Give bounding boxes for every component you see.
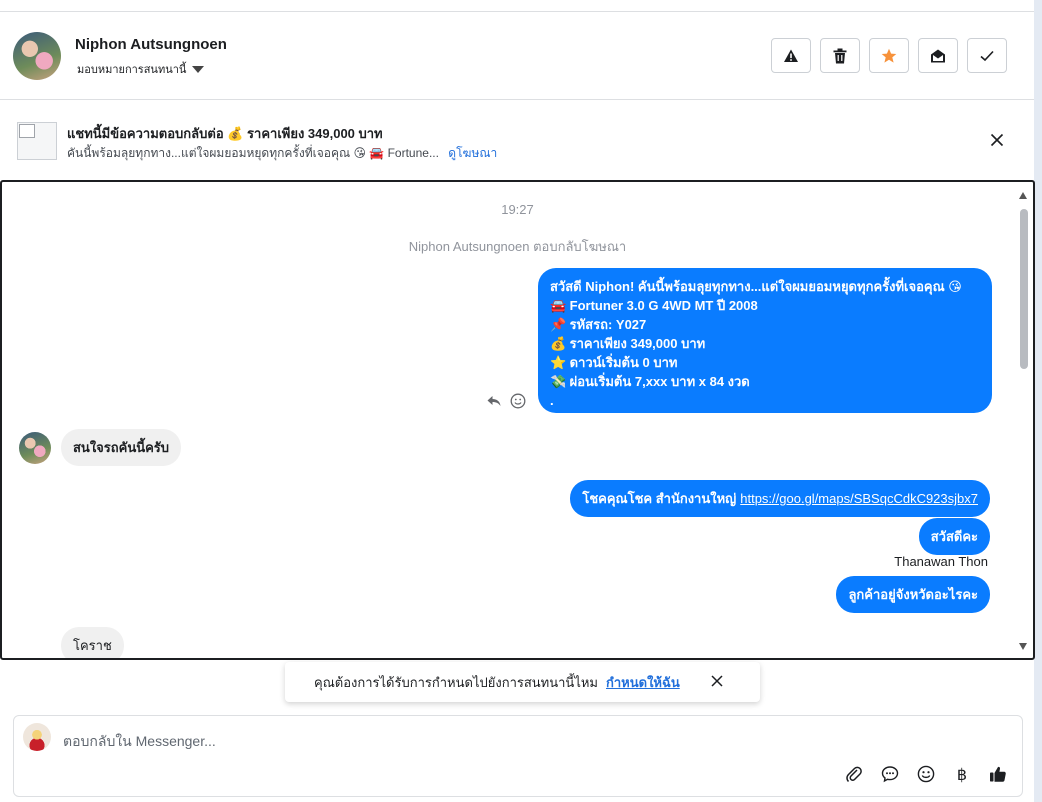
sender-name: Thanawan Thon	[894, 554, 988, 569]
saved-replies-button[interactable]	[880, 764, 900, 784]
ad-reply-line: 💰 ราคาเพียง 349,000 บาท	[550, 336, 706, 351]
scroll-thumb[interactable]	[1020, 209, 1028, 369]
delete-button[interactable]	[820, 38, 860, 73]
message-text: โชคคุณโชค สำนักงานใหญ่	[582, 491, 737, 506]
composer-tools: ฿	[844, 764, 1008, 784]
toast-text: คุณต้องการได้รับการกำหนดไปยังการสนทนานี้…	[314, 674, 598, 690]
system-note: Niphon Autsungnoen ตอบกลับโฆษณา	[408, 239, 627, 254]
view-ad-link[interactable]: ดูโฆษณา	[448, 146, 497, 160]
close-icon	[990, 133, 1004, 147]
close-icon	[711, 675, 723, 687]
assign-conversation-dropdown[interactable]: มอบหมายการสนทนานี้	[77, 60, 205, 78]
ad-reply-line: .	[550, 393, 554, 408]
baht-icon: ฿	[956, 764, 968, 784]
mark-done-button[interactable]	[967, 38, 1007, 73]
attach-button[interactable]	[844, 764, 864, 784]
assign-label: มอบหมายการสนทนานี้	[77, 64, 187, 76]
warning-icon	[784, 49, 798, 62]
message-timestamp: 19:27	[501, 202, 534, 217]
conversation-header: Niphon Autsungnoen มอบหมายการสนทนานี้	[0, 12, 1034, 100]
ad-reply-line: 🚘 Fortuner 3.0 G 4WD MT ปี 2008	[550, 298, 758, 313]
message-thread[interactable]: 19:27 Niphon Autsungnoen ตอบกลับโฆษณา สว…	[0, 180, 1035, 660]
star-icon	[881, 48, 897, 63]
ad-subtitle: คันนี้พร้อมลุยทุกทาง...แต่ใจผมยอมหยุดทุก…	[67, 144, 497, 163]
star-button[interactable]	[869, 38, 909, 73]
ad-subtitle-text: คันนี้พร้อมลุยทุกทาง...แต่ใจผมยอมหยุดทุก…	[67, 146, 439, 160]
spam-button[interactable]	[771, 38, 811, 73]
ad-reply-line: สวัสดี Niphon! คันนี้พร้อมลุยทุกทาง...แต…	[550, 279, 962, 294]
envelope-open-icon	[931, 49, 945, 62]
ad-reply-message[interactable]: สวัสดี Niphon! คันนี้พร้อมลุยทุกทาง...แต…	[538, 268, 992, 413]
ad-title: แชทนี้มีข้อความตอบกลับต่อ 💰 ราคาเพียง 34…	[67, 126, 383, 141]
maps-link[interactable]: https://goo.gl/maps/SBSqcCdkC923sjbx7	[740, 491, 978, 506]
thumbs-up-icon	[990, 766, 1006, 782]
reply-icon[interactable]	[486, 393, 502, 409]
caret-down-icon	[192, 65, 205, 73]
contact-name[interactable]: Niphon Autsungnoen	[75, 36, 227, 53]
incoming-message[interactable]: โคราช	[61, 627, 124, 658]
saved-replies-icon	[881, 766, 899, 783]
message-hover-tools	[486, 393, 526, 409]
ad-reply-line: ⭐ ดาวน์เริ่มต้น 0 บาท	[550, 355, 678, 370]
assign-to-me-link[interactable]: กำหนดให้ฉัน	[606, 672, 680, 693]
close-toast-button[interactable]	[709, 673, 725, 689]
check-icon	[980, 50, 994, 61]
outgoing-message[interactable]: สวัสดีคะ	[918, 518, 990, 555]
ad-reply-banner: แชทนี้มีข้อความตอบกลับต่อ 💰 ราคาเพียง 34…	[0, 101, 1034, 179]
header-actions	[771, 38, 1007, 73]
close-banner-button[interactable]	[988, 131, 1006, 149]
emoji-button[interactable]	[916, 764, 936, 784]
scrollbar[interactable]	[1019, 186, 1031, 656]
ad-reply-line: 📌 รหัสรถ: Y027	[550, 317, 647, 332]
like-button[interactable]	[988, 764, 1008, 784]
avatar[interactable]	[19, 432, 51, 464]
ad-thumbnail[interactable]	[17, 122, 57, 160]
reply-input[interactable]	[63, 731, 763, 751]
right-panel-edge	[1034, 0, 1042, 802]
scroll-down-arrow[interactable]	[1019, 643, 1027, 650]
paperclip-icon	[846, 766, 862, 783]
assign-suggestion-toast: คุณต้องการได้รับการกำหนดไปยังการสนทนานี้…	[285, 662, 760, 702]
outgoing-message[interactable]: โชคคุณโชค สำนักงานใหญ่ https://goo.gl/map…	[570, 480, 990, 517]
emoji-icon	[917, 765, 935, 783]
message-composer: ฿	[13, 715, 1023, 797]
avatar[interactable]	[13, 32, 61, 80]
mark-unread-button[interactable]	[918, 38, 958, 73]
page-avatar	[23, 723, 51, 751]
trash-icon	[833, 48, 847, 63]
react-icon[interactable]	[510, 393, 526, 409]
outgoing-message[interactable]: ลูกค้าอยู่จังหวัดอะไรคะ	[836, 576, 990, 613]
inbox-conversation-view: Niphon Autsungnoen มอบหมายการสนทนานี้ แช…	[0, 0, 1042, 802]
incoming-message[interactable]: สนใจรถคันนี้ครับ	[61, 429, 182, 466]
payment-button[interactable]: ฿	[952, 764, 972, 784]
ad-reply-line: 💸 ผ่อนเริ่มต้น 7,xxx บาท x 84 งวด	[550, 374, 750, 389]
scroll-up-arrow[interactable]	[1019, 192, 1027, 199]
